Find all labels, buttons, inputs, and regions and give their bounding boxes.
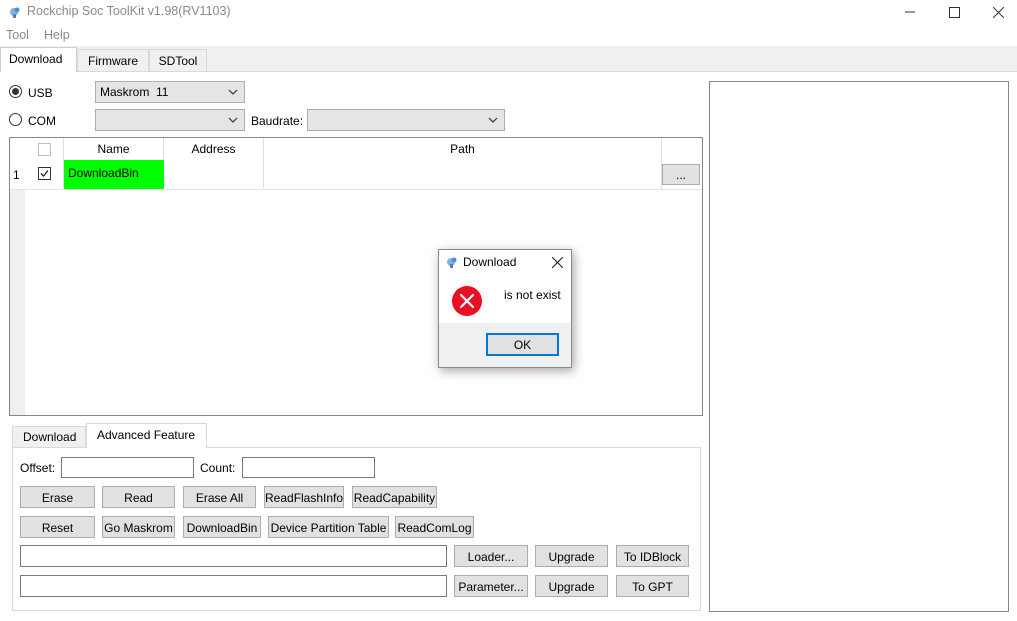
close-icon (992, 6, 1004, 18)
com-radio[interactable] (9, 113, 22, 126)
maximize-button[interactable] (931, 0, 977, 24)
to-idblock-button[interactable]: To IDBlock (616, 545, 689, 567)
subtab-advanced-feature[interactable]: Advanced Feature (86, 423, 207, 448)
dialog-close-button[interactable] (545, 252, 569, 272)
to-gpt-button[interactable]: To GPT (616, 575, 689, 597)
error-dialog: Download is not exist OK (438, 249, 572, 368)
close-button[interactable] (975, 0, 1017, 24)
header-address[interactable]: Address (164, 138, 264, 160)
erase-button[interactable]: Erase (20, 486, 95, 508)
read-flash-info-button[interactable]: ReadFlashInfo (264, 486, 344, 508)
menu-help[interactable]: Help (44, 28, 70, 42)
grid-row-header-strip (10, 190, 25, 415)
read-button[interactable]: Read (102, 486, 175, 508)
downloadbin-button[interactable]: DownloadBin (183, 516, 261, 538)
device-partition-table-button[interactable]: Device Partition Table (268, 516, 389, 538)
chevron-down-icon (228, 117, 238, 123)
app-icon (10, 7, 20, 18)
usb-device-select[interactable]: Maskrom 11 (95, 81, 245, 103)
minimize-icon (905, 11, 915, 13)
maximize-icon (948, 6, 960, 18)
reset-button[interactable]: Reset (20, 516, 95, 538)
parameter-upgrade-button[interactable]: Upgrade (535, 575, 608, 597)
row-divider (10, 189, 702, 190)
browse-button[interactable]: ... (662, 164, 700, 185)
ok-button[interactable]: OK (486, 333, 559, 356)
row-index: 1 (13, 168, 20, 182)
parameter-path-input[interactable] (20, 575, 447, 597)
parameter-button[interactable]: Parameter... (454, 575, 528, 597)
dialog-message: is not exist (504, 288, 561, 302)
select-all-checkbox[interactable] (37, 143, 51, 156)
go-maskrom-button[interactable]: Go Maskrom (102, 516, 175, 538)
com-label: COM (28, 114, 56, 128)
close-icon (551, 256, 563, 268)
usb-radio[interactable] (9, 85, 22, 98)
row-index-header (10, 138, 25, 160)
read-com-log-button[interactable]: ReadComLog (395, 516, 474, 538)
row-path-cell[interactable] (264, 160, 662, 189)
chevron-down-icon (488, 117, 498, 123)
tab-firmware[interactable]: Firmware (77, 49, 149, 71)
tab-sdtool[interactable]: SDTool (149, 49, 207, 71)
subtab-download[interactable]: Download (12, 426, 86, 447)
baudrate-select[interactable] (307, 109, 505, 131)
row-address-cell[interactable] (164, 160, 264, 189)
chevron-down-icon (228, 89, 238, 95)
com-port-select[interactable] (95, 109, 245, 131)
usb-label: USB (28, 86, 53, 100)
erase-all-button[interactable]: Erase All (183, 486, 256, 508)
row-name-cell[interactable]: DownloadBin (64, 160, 164, 189)
dialog-footer: OK (439, 323, 571, 367)
checkmark-icon (40, 170, 49, 177)
baudrate-label: Baudrate: (251, 114, 304, 128)
row-checkbox-cell (25, 160, 64, 189)
count-label: Count: (200, 461, 236, 475)
offset-input[interactable] (61, 457, 194, 478)
minimize-button[interactable] (887, 0, 933, 24)
loader-button[interactable]: Loader... (454, 545, 528, 567)
app-icon (447, 257, 457, 268)
title-bar: Rockchip Soc ToolKit v1.98(RV1103) (0, 0, 1017, 26)
loader-path-input[interactable] (20, 545, 447, 567)
read-capability-button[interactable]: ReadCapability (352, 486, 437, 508)
loader-upgrade-button[interactable]: Upgrade (535, 545, 608, 567)
row-checkbox[interactable] (38, 167, 51, 180)
window-title: Rockchip Soc ToolKit v1.98(RV1103) (27, 4, 231, 18)
header-path[interactable]: Path (264, 138, 662, 160)
select-all-cell (25, 138, 64, 160)
dialog-title: Download (463, 255, 517, 269)
error-icon (452, 286, 482, 316)
header-name[interactable]: Name (64, 138, 164, 160)
tab-divider (0, 71, 1017, 72)
menu-tool[interactable]: Tool (6, 28, 29, 42)
tab-download[interactable]: Download (0, 47, 77, 72)
log-panel[interactable] (709, 81, 1009, 612)
count-input[interactable] (242, 457, 375, 478)
usb-device-value: Maskrom 11 (100, 85, 169, 99)
offset-label: Offset: (20, 461, 56, 475)
